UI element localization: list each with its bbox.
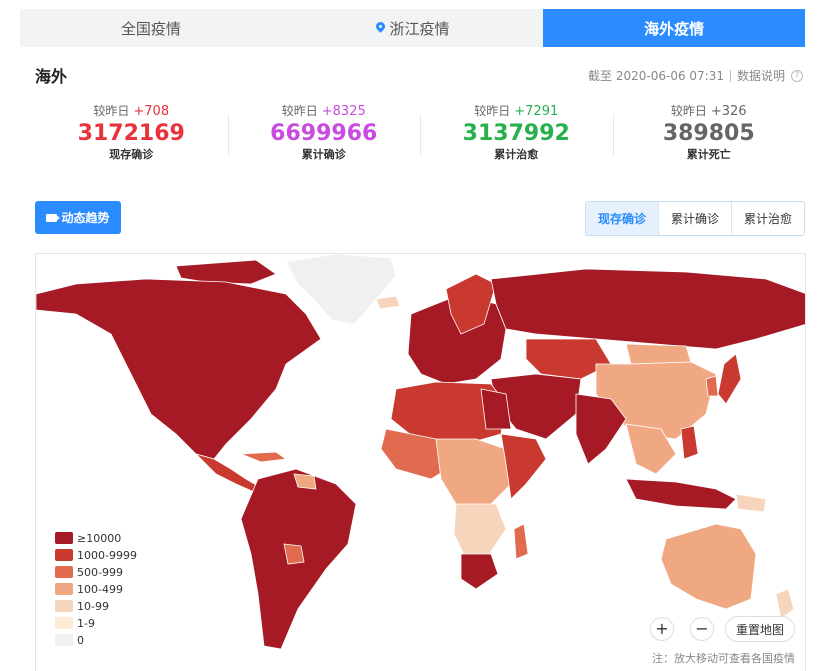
legend-label: 1000-9999 <box>77 548 137 562</box>
delta-prefix: 较昨日 <box>281 104 318 118</box>
zoom-out-button[interactable]: − <box>690 617 714 641</box>
world-map[interactable] <box>35 253 806 671</box>
stat-current-confirmed: 较昨日 +708 3172169 现存确诊 <box>35 102 228 172</box>
zoom-in-button[interactable]: + <box>650 617 674 641</box>
delta-value: +708 <box>133 104 170 119</box>
region-australia[interactable] <box>660 523 757 610</box>
update-info: 截至 2020-06-06 07:31 数据说明 ? <box>588 67 803 84</box>
stats-summary: 较昨日 +708 3172169 现存确诊 较昨日 +8325 6699966 累计… <box>35 102 805 172</box>
legend-item[interactable]: 100-499 <box>55 582 137 596</box>
region-indonesia[interactable] <box>625 478 737 510</box>
region-new-zealand[interactable] <box>775 588 795 620</box>
legend-label: ≥10000 <box>77 531 122 545</box>
delta-prefix: 较昨日 <box>670 104 707 118</box>
reset-map-label: 重置地图 <box>735 622 784 637</box>
region-philippines[interactable] <box>680 425 699 460</box>
stat-total-deaths: 较昨日 +326 389805 累计死亡 <box>612 102 806 172</box>
legend-label: 1-9 <box>77 616 95 630</box>
legend-item[interactable]: 10-99 <box>55 599 137 613</box>
tab-label: 浙江疫情 <box>389 19 450 38</box>
legend-label: 100-499 <box>77 582 123 596</box>
toggle-total-recovered[interactable]: 累计治愈 <box>731 202 804 235</box>
stat-value: 3172169 <box>77 121 185 146</box>
region-north-america[interactable] <box>36 278 322 460</box>
delta-prefix: 较昨日 <box>93 104 130 118</box>
tab-national[interactable]: 全国疫情 <box>20 9 282 47</box>
region-east-africa[interactable] <box>500 433 547 500</box>
delta-value: +326 <box>710 104 747 119</box>
legend-swatch <box>55 549 73 561</box>
legend-item[interactable]: 1000-9999 <box>55 548 137 562</box>
legend-label: 0 <box>77 633 84 647</box>
map-legend: ≥10000 1000-9999 500-999 100-499 10-99 1… <box>55 531 137 647</box>
stat-label: 累计死亡 <box>686 148 731 161</box>
region-japan[interactable] <box>717 353 742 405</box>
delta-value: +7291 <box>514 104 559 119</box>
legend-swatch <box>55 617 73 629</box>
tab-zhejiang[interactable]: 浙江疫情 <box>282 9 544 47</box>
stat-label: 累计治愈 <box>494 148 539 161</box>
divider <box>729 69 731 82</box>
legend-item[interactable]: 0 <box>55 633 137 647</box>
region-southern-africa[interactable] <box>453 503 507 560</box>
region-egypt[interactable] <box>480 388 512 430</box>
data-explain-link[interactable]: 数据说明 <box>737 67 785 84</box>
world-map-svg <box>36 254 806 650</box>
tab-overseas[interactable]: 海外疫情 <box>543 9 806 47</box>
stat-label: 现存确诊 <box>109 148 154 161</box>
legend-swatch <box>55 583 73 595</box>
stat-total-confirmed: 较昨日 +8325 6699966 累计确诊 <box>227 102 421 172</box>
region-tabs: 全国疫情 浙江疫情 海外疫情 <box>20 9 806 47</box>
trend-button-label: 动态趋势 <box>61 211 110 225</box>
trend-button[interactable]: 动态趋势 <box>35 201 121 234</box>
region-paraguay[interactable] <box>283 543 305 565</box>
legend-swatch <box>55 600 73 612</box>
tab-label: 海外疫情 <box>644 19 705 38</box>
video-camera-icon <box>46 213 58 222</box>
region-madagascar[interactable] <box>513 523 529 560</box>
stat-total-recovered: 较昨日 +7291 3137992 累计治愈 <box>420 102 613 172</box>
reset-map-button[interactable]: 重置地图 <box>725 616 795 642</box>
legend-swatch <box>55 634 73 646</box>
update-timestamp: 截至 2020-06-06 07:31 <box>588 69 724 83</box>
stat-label: 累计确诊 <box>301 148 346 161</box>
stat-value: 3137992 <box>462 121 570 146</box>
region-korea[interactable] <box>705 375 719 397</box>
stat-value: 6699966 <box>270 121 378 146</box>
map-note: 注：放大移动可查看各国疫情 <box>652 652 795 665</box>
region-south-africa[interactable] <box>460 553 499 590</box>
region-iceland[interactable] <box>375 295 401 310</box>
legend-item[interactable]: 1-9 <box>55 616 137 630</box>
region-caribbean[interactable] <box>240 451 288 463</box>
tab-label: 全国疫情 <box>120 19 181 38</box>
legend-item[interactable]: 500-999 <box>55 565 137 579</box>
region-mongolia[interactable] <box>625 343 692 365</box>
location-pin-icon <box>376 22 385 34</box>
region-russia[interactable] <box>490 268 806 350</box>
toggle-current-confirmed[interactable]: 现存确诊 <box>586 202 658 235</box>
view-toggle: 现存确诊 累计确诊 累计治愈 <box>585 201 805 236</box>
legend-label: 10-99 <box>77 599 109 613</box>
legend-item[interactable]: ≥10000 <box>55 531 137 545</box>
stat-value: 389805 <box>662 121 755 146</box>
region-central-africa[interactable] <box>435 438 512 510</box>
region-central-america[interactable] <box>194 453 259 493</box>
delta-value: +8325 <box>321 104 366 119</box>
legend-swatch <box>55 566 73 578</box>
legend-label: 500-999 <box>77 565 123 579</box>
page-title: 海外 <box>35 67 68 86</box>
help-icon[interactable]: ? <box>791 69 803 82</box>
toggle-total-confirmed[interactable]: 累计确诊 <box>658 202 731 235</box>
legend-swatch <box>55 532 73 544</box>
delta-prefix: 较昨日 <box>474 104 511 118</box>
region-papua[interactable] <box>735 493 767 513</box>
